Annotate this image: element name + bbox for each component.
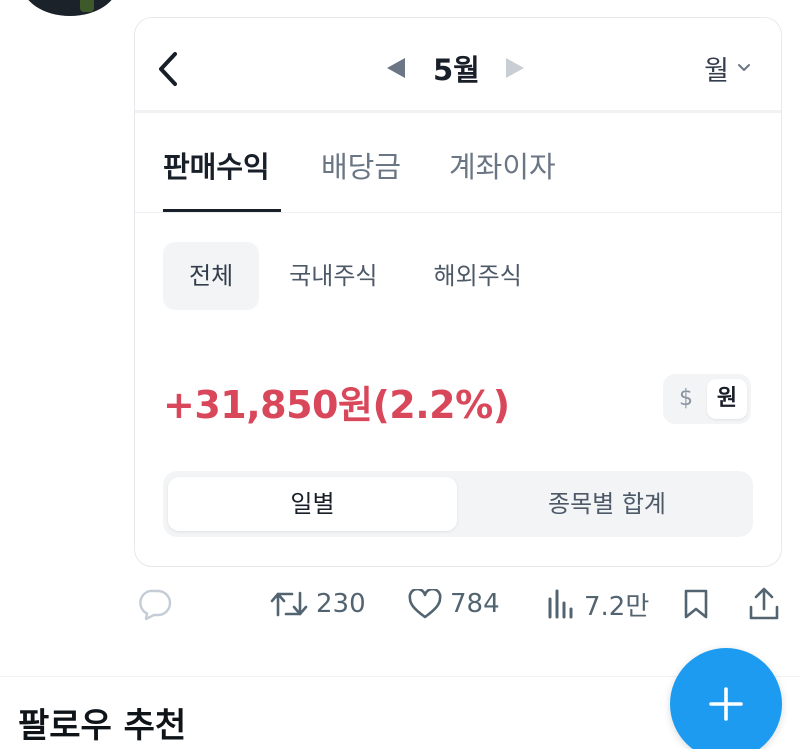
like-count: 784 xyxy=(450,589,500,619)
compose-post-button[interactable] xyxy=(670,648,782,749)
bookmark-icon[interactable] xyxy=(682,584,710,624)
like-button[interactable]: 784 xyxy=(408,584,500,624)
heart-icon xyxy=(408,589,442,619)
chevron-down-icon xyxy=(738,64,750,71)
retweet-count: 230 xyxy=(316,589,366,619)
period-dropdown[interactable]: 월 xyxy=(704,48,751,88)
segment-by-stock-total[interactable]: 종목별 합계 xyxy=(463,477,751,531)
tab-active-indicator xyxy=(163,209,281,212)
currency-toggle: $ 원 xyxy=(663,374,751,424)
profit-amount: +31,850원(2.2%) xyxy=(163,383,510,427)
retweet-button[interactable]: 230 xyxy=(270,584,366,624)
views-count: 7.2만 xyxy=(584,591,650,622)
embedded-screenshot-card[interactable]: 5월 월 판매수익 배당금 계좌이자 전체 국내주식 해외주식 +31,850원… xyxy=(134,17,782,567)
card-header: 5월 월 xyxy=(135,18,781,113)
market-filter-chips: 전체 국내주식 해외주식 xyxy=(163,241,552,311)
page: 5월 월 판매수익 배당금 계좌이자 전체 국내주식 해외주식 +31,850원… xyxy=(0,0,800,749)
tab-account-interest[interactable]: 계좌이자 xyxy=(449,144,556,186)
currency-krw-option[interactable]: 원 xyxy=(707,379,747,419)
who-to-follow-heading: 팔로우 추천 xyxy=(18,706,187,746)
chip-foreign-stocks[interactable]: 해외주식 xyxy=(408,242,548,310)
views-button[interactable]: 7.2만 xyxy=(546,584,649,624)
segment-daily[interactable]: 일별 xyxy=(168,477,457,531)
avatar[interactable] xyxy=(22,0,118,16)
chip-all[interactable]: 전체 xyxy=(163,242,260,310)
tweet-action-bar: 230 784 7.2만 xyxy=(134,582,800,626)
month-navigator: 5월 xyxy=(387,46,524,90)
triangle-right-icon[interactable] xyxy=(505,58,524,78)
triangle-left-icon[interactable] xyxy=(387,58,405,78)
tab-sales-profit[interactable]: 판매수익 xyxy=(163,144,270,186)
view-segment-control: 일별 종목별 합계 xyxy=(163,471,753,537)
retweet-icon xyxy=(270,591,308,617)
chip-domestic-stocks[interactable]: 국내주식 xyxy=(263,242,403,310)
tab-dividends[interactable]: 배당금 xyxy=(321,144,401,186)
reply-icon[interactable] xyxy=(136,584,172,624)
plus-icon xyxy=(709,687,743,721)
chevron-left-icon[interactable] xyxy=(155,50,181,88)
currency-usd-option[interactable]: $ xyxy=(667,379,705,419)
bar-chart-icon xyxy=(548,589,573,619)
share-icon[interactable] xyxy=(748,584,780,624)
month-label: 5월 xyxy=(433,53,480,87)
period-label: 월 xyxy=(704,55,729,87)
income-tabs: 판매수익 배당금 계좌이자 xyxy=(135,122,781,213)
